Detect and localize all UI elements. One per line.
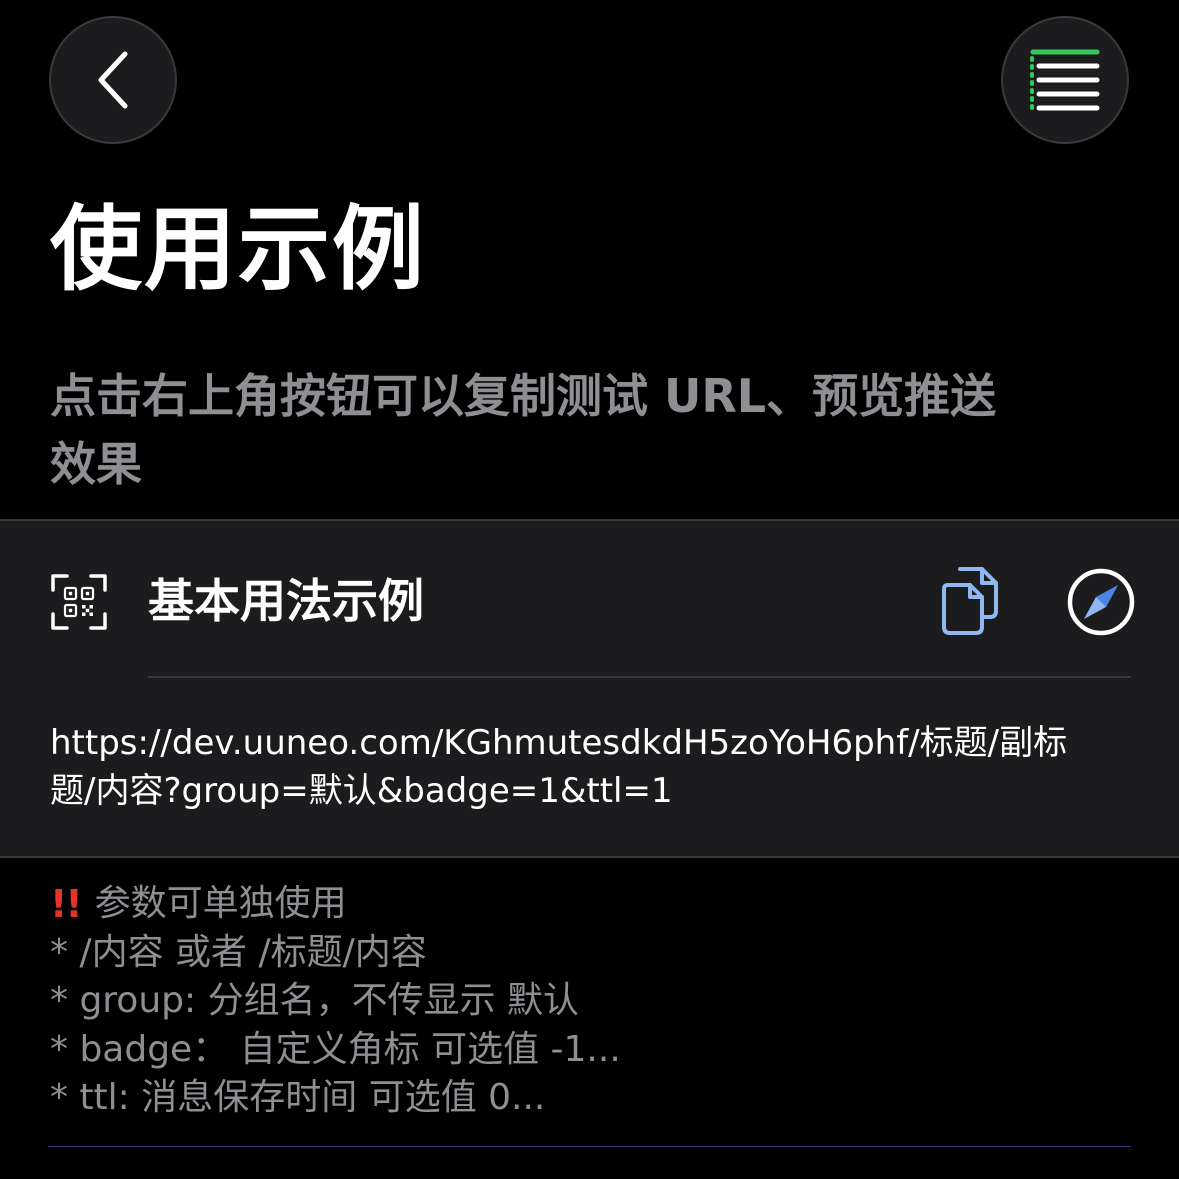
menu-button[interactable] [1001, 16, 1129, 144]
notes-heading: 参数可单独使用 [94, 883, 347, 924]
note-line: * /内容 或者 /标题/内容 [50, 931, 427, 973]
example-url: https://dev.uuneo.com/KGhmutesdkdH5zoYoH… [50, 723, 1068, 811]
bottom-divider [48, 1146, 1131, 1147]
note-line: * group: 分组名，不传显示 默认 [50, 980, 580, 1021]
double-exclamation-icon: !! [50, 882, 83, 926]
notes-heading-row: !! 参数可单独使用 [50, 880, 1130, 929]
list-icon [1030, 49, 1100, 114]
page-title: 使用示例 [50, 196, 427, 303]
compass-icon[interactable] [1066, 567, 1136, 637]
note-line: * badge： 自定义角标 可选值 -1... [50, 1028, 621, 1070]
card-title: 基本用法示例 [148, 574, 424, 628]
example-card[interactable]: 基本用法示例 https://dev.uuneo.com/KGhmutesdkd… [0, 519, 1179, 858]
card-divider [148, 676, 1131, 678]
qrcode-scan-icon [51, 574, 107, 630]
chevron-left-icon [98, 51, 128, 109]
note-line: * ttl: 消息保存时间 可选值 0... [50, 1077, 546, 1118]
back-button[interactable] [49, 16, 177, 144]
usage-notes: !! 参数可单独使用 * /内容 或者 /标题/内容 * group: 分组名，… [50, 880, 1130, 1123]
page-subtitle: 点击右上角按钮可以复制测试 URL、预览推送效果 [50, 369, 997, 491]
doc-copy-icon[interactable] [936, 565, 1002, 637]
